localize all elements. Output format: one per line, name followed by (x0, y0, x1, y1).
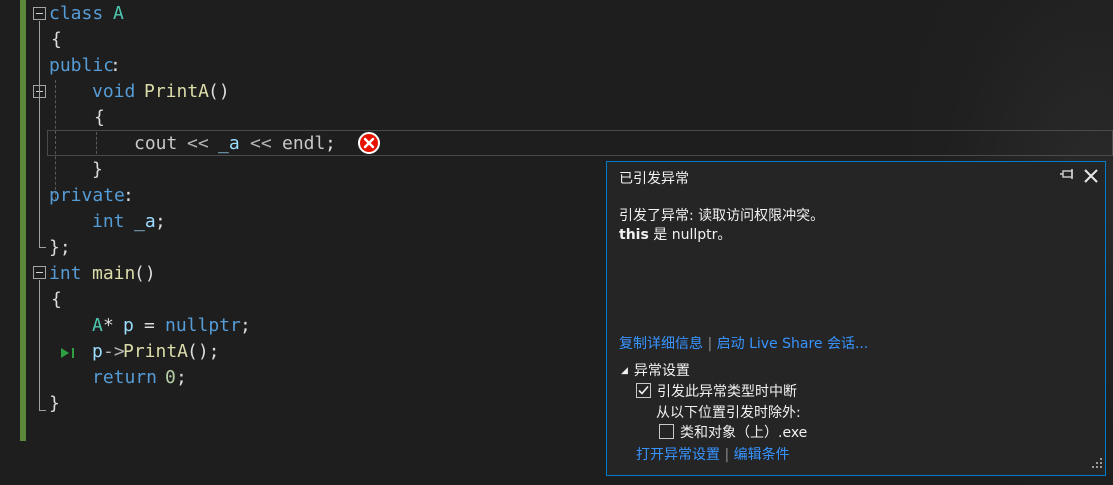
exception-this-keyword: this (619, 227, 649, 243)
keyword: return (92, 367, 158, 388)
keyword: nullptr (165, 315, 241, 336)
variable: p (123, 315, 134, 336)
code-line[interactable]: int main () (0, 261, 156, 287)
code-line[interactable]: A * p = nullptr ; (0, 313, 251, 339)
next-statement-arrow-icon[interactable] (60, 345, 78, 364)
class-name: A (92, 315, 103, 336)
code-line[interactable]: { (0, 105, 105, 131)
code-line-current[interactable]: cout << _a << endl ; (0, 131, 336, 157)
brace: } (49, 393, 60, 414)
start-live-share-link[interactable]: 启动 Live Share 会话... (717, 336, 869, 352)
semicolon: ; (240, 315, 251, 336)
brace: { (51, 29, 62, 50)
parens: () (208, 81, 230, 102)
identifier: cout (134, 133, 178, 154)
link-separator: | (724, 447, 730, 463)
keyword: class (49, 3, 104, 24)
keyword: public (49, 55, 115, 76)
exception-detail: this 是 nullptr。 (619, 224, 731, 244)
member-variable: _a (218, 133, 240, 154)
semicolon: ; (325, 133, 336, 154)
exception-helper-popup[interactable]: 已引发异常 引发了异常: 读取访问权限冲突。 this 是 nullptr。 复… (606, 161, 1106, 476)
open-exception-settings-link[interactable]: 打开异常设置 (636, 447, 720, 463)
copy-details-link[interactable]: 复制详细信息 (619, 336, 703, 352)
break-when-thrown-option[interactable]: 引发此异常类型时中断 (636, 381, 797, 401)
code-line[interactable]: } (0, 157, 103, 183)
function-name: main (92, 263, 136, 284)
code-line[interactable]: return 0 ; (0, 365, 187, 391)
brace: }; (49, 237, 71, 258)
code-line[interactable]: } (0, 391, 60, 417)
popup-bottom-links: 打开异常设置 | 编辑条件 (636, 444, 790, 464)
semicolon: ; (155, 211, 166, 232)
popup-links: 复制详细信息 | 启动 Live Share 会话... (619, 333, 868, 353)
class-name: A (113, 3, 124, 24)
edit-conditions-link[interactable]: 编辑条件 (734, 447, 790, 463)
function-name: PrintA (123, 341, 189, 362)
pointer-star: * (103, 315, 114, 336)
resize-grip-icon[interactable] (1092, 456, 1102, 472)
semicolon: ; (176, 367, 187, 388)
exception-settings-header[interactable]: ◢ 异常设置 (621, 360, 690, 380)
code-line[interactable]: { (0, 287, 62, 313)
code-line[interactable]: private : (0, 183, 134, 209)
function-name: PrintA (144, 81, 210, 102)
code-line[interactable]: int _a ; (0, 209, 166, 235)
colon: : (123, 185, 134, 206)
code-line-next-statement[interactable]: p -> PrintA (); (0, 339, 220, 365)
module-exception-label: 类和对象（上）.exe (680, 425, 808, 441)
module-exception-option[interactable]: 类和对象（上）.exe (659, 422, 807, 442)
break-when-thrown-label: 引发此异常类型时中断 (657, 384, 797, 400)
keyword: int (49, 263, 82, 284)
keyword: int (92, 211, 125, 232)
code-line[interactable]: public : (0, 53, 121, 79)
parens: (); (187, 341, 220, 362)
keyword: void (92, 81, 136, 102)
operator: << (250, 133, 272, 154)
popup-title: 已引发异常 (619, 171, 689, 187)
assign-operator: = (144, 315, 155, 336)
break-when-thrown-checkbox[interactable] (636, 383, 651, 398)
brace: } (92, 159, 103, 180)
brace: { (94, 107, 105, 128)
brace: { (51, 289, 62, 310)
except-when-from-label: 从以下位置引发时除外: (656, 405, 801, 421)
arrow-operator: -> (103, 341, 125, 362)
member-variable: _a (134, 211, 156, 232)
parens: () (134, 263, 156, 284)
identifier: endl (282, 133, 326, 154)
code-editor[interactable]: class A { public : void PrintA () { cout… (0, 0, 1113, 485)
variable: p (92, 341, 103, 362)
link-separator: | (707, 336, 713, 352)
code-line[interactable]: class A (0, 1, 124, 27)
exception-detail-text: 是 nullptr。 (648, 227, 732, 243)
error-circle-x-icon[interactable] (358, 132, 380, 154)
code-line[interactable]: }; (0, 235, 71, 261)
code-line[interactable]: { (0, 27, 62, 53)
pin-icon[interactable] (1059, 169, 1075, 185)
code-line[interactable]: void PrintA () (0, 79, 230, 105)
module-exception-checkbox[interactable] (659, 424, 674, 439)
operator: << (187, 133, 209, 154)
number-literal: 0 (165, 367, 176, 388)
collapse-triangle-icon[interactable]: ◢ (621, 366, 628, 376)
colon: : (110, 55, 121, 76)
section-title: 异常设置 (633, 363, 690, 379)
keyword: private (49, 185, 125, 206)
exception-message: 引发了异常: 读取访问权限冲突。 (619, 208, 825, 224)
close-icon[interactable] (1083, 168, 1099, 188)
